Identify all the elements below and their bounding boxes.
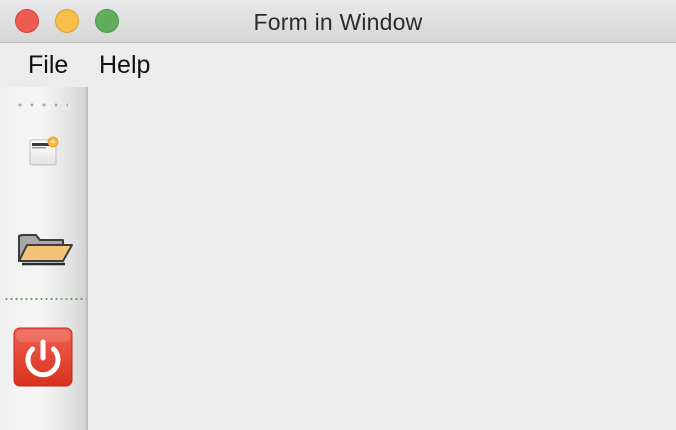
menu-help[interactable]: Help (99, 51, 150, 80)
main-window: Form in Window File Help (0, 0, 676, 430)
menu-file[interactable]: File (28, 51, 68, 80)
title-bar[interactable]: Form in Window (0, 0, 676, 43)
new-document-button[interactable] (10, 123, 76, 189)
menu-bar: File Help (0, 43, 676, 87)
open-folder-button[interactable] (10, 215, 76, 281)
toolbar (0, 87, 88, 430)
power-quit-icon (13, 327, 73, 387)
toolbar-separator (4, 298, 86, 300)
quit-button[interactable] (10, 325, 76, 391)
open-folder-icon (18, 234, 73, 266)
central-widget-area (88, 87, 676, 430)
toolbar-grip-handle[interactable] (14, 103, 68, 107)
new-document-icon (29, 136, 59, 166)
window-title: Form in Window (253, 9, 423, 35)
